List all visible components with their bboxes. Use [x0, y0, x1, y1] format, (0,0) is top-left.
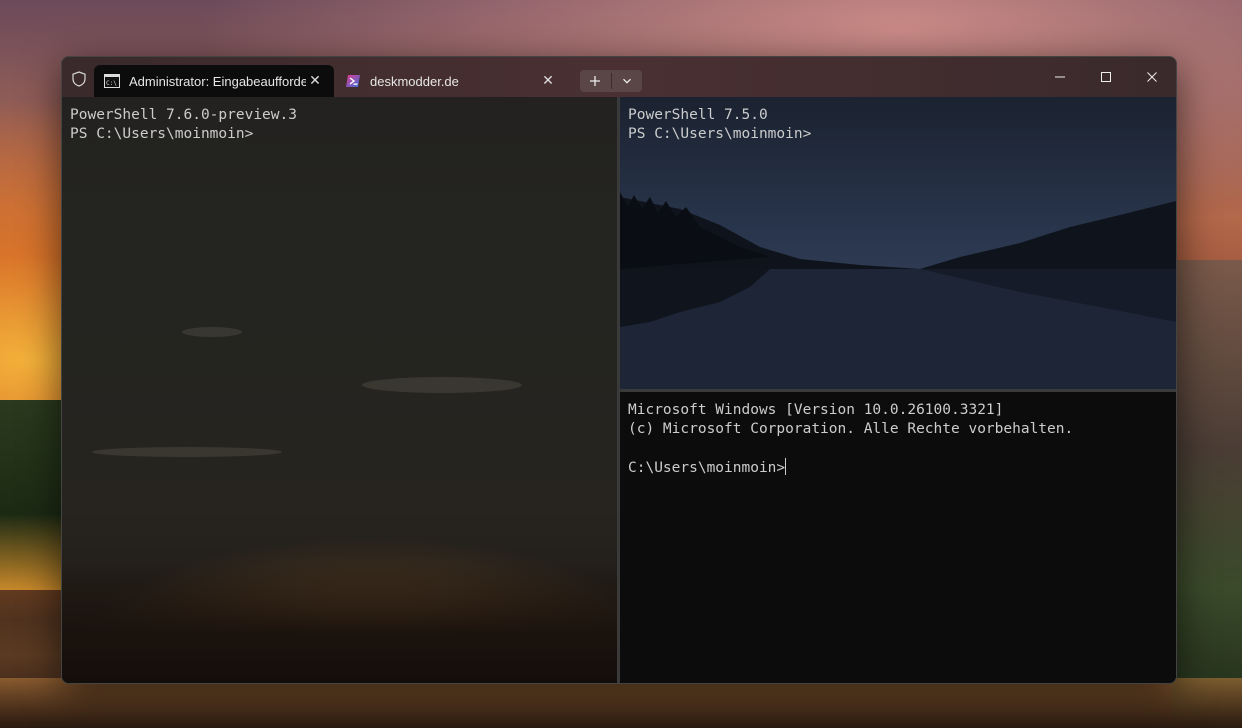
wallpaper-treeline [62, 563, 617, 683]
new-tab-button[interactable] [580, 70, 611, 92]
close-window-button[interactable] [1129, 57, 1175, 97]
wallpaper-cloud [182, 327, 242, 337]
terminal-pane-right-bottom[interactable]: Microsoft Windows [Version 10.0.26100.33… [620, 392, 1176, 683]
terminal-line: PowerShell 7.6.0-preview.3 [70, 107, 297, 123]
tab-label: Administrator: Eingabeaufforderung [129, 73, 306, 89]
minimize-button[interactable] [1037, 57, 1083, 97]
terminal-window: C:\ Administrator: Eingabeaufforderung ✕… [61, 56, 1177, 684]
wallpaper-cloud [92, 447, 282, 457]
svg-text:C:\: C:\ [106, 80, 117, 87]
text-cursor [785, 458, 787, 475]
terminal-prompt: PS C:\Users\moinmoin> [70, 126, 254, 142]
tab-dropdown-button[interactable] [612, 70, 643, 92]
terminal-pane-right-top[interactable]: PowerShell 7.5.0 PS C:\Users\moinmoin> [620, 97, 1176, 389]
cmd-icon: C:\ [104, 74, 120, 88]
terminal-prompt-line: C:\Users\moinmoin> [628, 458, 1073, 478]
powershell-icon [346, 75, 360, 87]
terminal-output: Microsoft Windows [Version 10.0.26100.33… [628, 401, 1073, 478]
terminal-output: PowerShell 7.6.0-preview.3 PS C:\Users\mo… [70, 106, 297, 144]
new-tab-group [580, 70, 642, 92]
terminal-line: PowerShell 7.5.0 [628, 107, 768, 123]
terminal-pane-left[interactable]: PowerShell 7.6.0-preview.3 PS C:\Users\mo… [62, 97, 617, 683]
tab-deskmodder[interactable]: deskmodder.de ✕ [335, 65, 567, 97]
terminal-prompt: PS C:\Users\moinmoin> [628, 126, 812, 142]
maximize-button[interactable] [1083, 57, 1129, 97]
wallpaper-cloud [362, 377, 522, 393]
desktop-wallpaper-forest [0, 400, 70, 590]
tab-label: deskmodder.de [370, 73, 459, 89]
chevron-down-icon [622, 78, 631, 84]
terminal-line: ​ [628, 439, 1073, 458]
tab-close-button[interactable]: ✕ [306, 72, 324, 90]
desktop-wallpaper-cliff [1172, 260, 1242, 728]
minimize-icon [1055, 76, 1065, 78]
tab-close-button[interactable]: ✕ [539, 72, 557, 90]
terminal-line: Microsoft Windows [Version 10.0.26100.33… [628, 402, 1004, 418]
terminal-prompt: C:\Users\moinmoin> [628, 460, 786, 476]
desktop-wallpaper-shore [0, 678, 1242, 728]
plus-icon [590, 76, 601, 86]
terminal-line: (c) Microsoft Corporation. Alle Rechte v… [628, 421, 1074, 437]
maximize-icon [1101, 72, 1111, 82]
terminal-output: PowerShell 7.5.0 PS C:\Users\moinmoin> [628, 106, 811, 144]
titlebar[interactable]: C:\ Administrator: Eingabeaufforderung ✕… [62, 57, 1176, 97]
tab-administrator[interactable]: C:\ Administrator: Eingabeaufforderung ✕ [94, 65, 334, 97]
shield-icon [72, 71, 86, 87]
close-icon [1147, 72, 1157, 82]
